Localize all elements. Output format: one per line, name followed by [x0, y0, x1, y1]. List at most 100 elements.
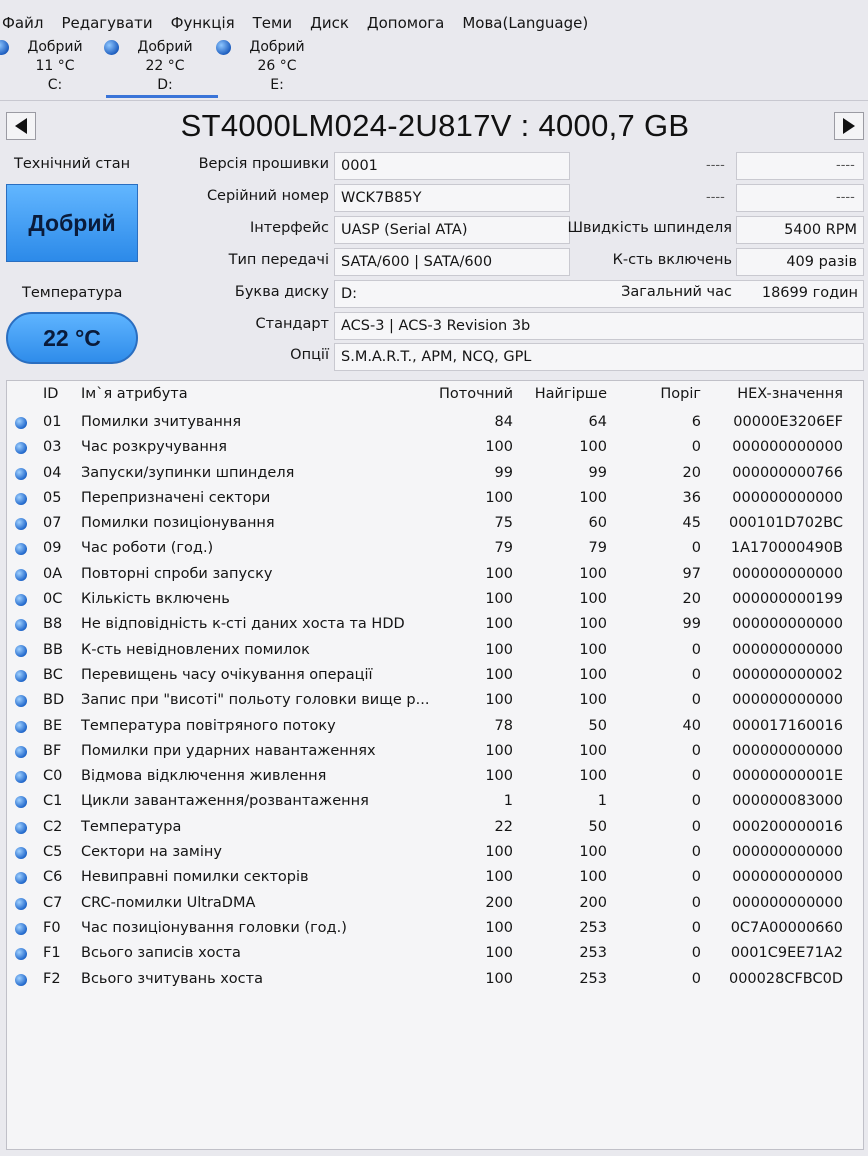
health-label: Технічний стан	[14, 156, 131, 172]
attribute-id: F1	[43, 945, 61, 962]
table-row[interactable]: BB К-сть невідновлених помилок 100 100 0 0000…	[7, 639, 863, 664]
status-dot-icon	[15, 922, 27, 935]
table-row[interactable]: 01 Помилки зчитування 84 64 6 00000E3206EF	[7, 411, 863, 436]
arrow-left-icon	[15, 118, 27, 134]
rpm-value: 5400 RPM	[736, 216, 864, 244]
empty-field-value: ----	[836, 158, 855, 173]
temperature-label: Температура	[22, 285, 123, 301]
worst-value: 100	[579, 616, 607, 633]
threshold-value: 0	[691, 894, 701, 911]
worst-value: 100	[579, 439, 607, 456]
threshold-value: 0	[691, 742, 701, 759]
disk-title: ST4000LM024-2U817V : 4000,7 GB	[180, 108, 690, 143]
table-row[interactable]: BE Температура повітряного потоку 78 50 40 00…	[7, 715, 863, 740]
table-row[interactable]: BC Перевищень часу очікування операції 100…	[7, 664, 863, 689]
current-value: 100	[485, 869, 513, 886]
table-row[interactable]: BD Запис при "висоті" польоту головки вищ…	[7, 689, 863, 714]
column-header-id[interactable]: ID	[43, 386, 58, 402]
health-status-badge[interactable]: Добрий	[6, 184, 138, 262]
column-header-hex[interactable]: HEX-значення	[737, 386, 843, 402]
attribute-id: 05	[43, 489, 62, 506]
current-value: 100	[485, 641, 513, 658]
hex-value: 00000000001E	[732, 768, 843, 785]
status-dot-icon	[15, 417, 27, 429]
hex-value: 000000000000	[732, 641, 843, 658]
worst-value: 200	[579, 894, 607, 911]
attribute-id: 01	[43, 414, 62, 430]
table-row[interactable]: F2 Всього зчитувань хоста 100 253 0 000028CFB…	[7, 968, 863, 993]
current-value: 100	[485, 970, 513, 987]
menu-themes[interactable]: Теми	[251, 14, 294, 32]
table-row[interactable]: C1 Цикли завантаження/розвантаження 1 1 0 000…	[7, 790, 863, 815]
table-row[interactable]: C7 CRC-помилки UltraDMA 200 200 0 00000000000…	[7, 892, 863, 917]
column-header-current[interactable]: Поточний	[439, 386, 513, 402]
attribute-id: C5	[43, 844, 63, 861]
previous-disk-button[interactable]	[6, 112, 36, 140]
hex-value: 000028CFBC0D	[728, 970, 843, 987]
table-row[interactable]: 0C Кількість включень 100 100 20 000000000199	[7, 588, 863, 613]
threshold-value: 0	[691, 945, 701, 962]
attribute-id: BD	[43, 692, 65, 709]
attribute-name: Сектори на заміну	[81, 844, 222, 861]
disk-tab-d[interactable]: Добрий 22 °C D:	[104, 38, 220, 95]
worst-value: 253	[579, 970, 607, 987]
threshold-value: 0	[691, 818, 701, 835]
next-disk-button[interactable]	[834, 112, 864, 140]
threshold-value: 0	[691, 970, 701, 987]
menu-help[interactable]: Допомога	[365, 14, 446, 32]
attribute-name: Час позиціонування головки (год.)	[81, 919, 347, 936]
worst-value: 50	[588, 818, 607, 835]
menu-disk[interactable]: Диск	[308, 14, 351, 32]
rpm-label: Швидкість шпинделя	[567, 220, 732, 236]
table-row[interactable]: 09 Час роботи (год.) 79 79 0 1A170000490B	[7, 537, 863, 562]
status-dot-icon	[15, 847, 27, 860]
table-row[interactable]: B8 Не відповідність к-сті даних хоста та …	[7, 613, 863, 638]
threshold-value: 0	[691, 641, 701, 658]
table-row[interactable]: 03 Час розкручування 100 100 0 000000000000	[7, 436, 863, 461]
column-header-threshold[interactable]: Поріг	[660, 386, 701, 402]
menu-language[interactable]: Мова(Language)	[460, 14, 590, 32]
table-row[interactable]: 04 Запуски/зупинки шпинделя 99 99 20 00000000…	[7, 462, 863, 487]
attribute-name: Всього зчитувань хоста	[81, 970, 263, 987]
threshold-value: 0	[691, 692, 701, 709]
attribute-name: Цикли завантаження/розвантаження	[81, 793, 369, 810]
hex-value: 000000000000	[732, 616, 843, 633]
table-row[interactable]: C5 Сектори на заміну 100 100 0 000000000000	[7, 841, 863, 866]
attribute-name: Запуски/зупинки шпинделя	[81, 464, 295, 481]
attribute-id: BE	[43, 717, 63, 734]
current-value: 100	[485, 692, 513, 709]
disk-tab-e[interactable]: Добрий 26 °C E:	[216, 38, 332, 95]
table-row[interactable]: F1 Всього записів хоста 100 253 0 0001C9EE71A…	[7, 942, 863, 967]
attribute-name: Час роботи (год.)	[81, 540, 214, 557]
attribute-id: C6	[43, 869, 63, 886]
attribute-id: C2	[43, 818, 63, 835]
hex-value: 000017160016	[732, 717, 843, 734]
hex-value: 000000000002	[732, 666, 843, 683]
disk-tab-c[interactable]: Добрий 11 °C C:	[0, 38, 110, 95]
worst-value: 100	[579, 666, 607, 683]
menu-file[interactable]: Файл	[0, 14, 45, 32]
attribute-name: Запис при "висоті" польоту головки вище …	[81, 692, 430, 709]
table-row[interactable]: 07 Помилки позиціонування 75 60 45 000101D702…	[7, 512, 863, 537]
status-dot-icon	[15, 467, 27, 480]
hex-value: 000000000000	[732, 692, 843, 709]
disk-temp: 22 °C	[145, 58, 185, 74]
table-row[interactable]: BF Помилки при ударних навантаженнях 100 10…	[7, 740, 863, 765]
table-row[interactable]: C0 Відмова відключення живлення 100 100 0 000…	[7, 765, 863, 790]
menu-edit[interactable]: Редагувати	[59, 14, 154, 32]
status-dot-icon	[15, 796, 27, 809]
column-header-worst[interactable]: Найгірше	[535, 386, 607, 402]
table-row[interactable]: 05 Перепризначені сектори 100 100 36 00000000…	[7, 487, 863, 512]
interface-label: Інтерфейс	[249, 220, 329, 236]
status-dot-icon	[15, 821, 27, 834]
threshold-value: 0	[691, 844, 701, 861]
table-row[interactable]: 0A Повторні спроби запуску 100 100 97 0000000…	[7, 563, 863, 588]
table-row[interactable]: F0 Час позиціонування головки (год.) 100 25…	[7, 917, 863, 942]
table-row[interactable]: C6 Невиправні помилки секторів 100 100 0 0000…	[7, 866, 863, 891]
menu-function[interactable]: Функція	[169, 14, 237, 32]
empty-field-label: ----	[706, 190, 725, 205]
table-header: ID Ім`я атрибута Поточний Найгірше Поріг…	[7, 381, 863, 409]
column-header-name[interactable]: Ім`я атрибута	[81, 386, 188, 402]
attribute-id: B8	[43, 616, 63, 633]
table-row[interactable]: C2 Температура 22 50 0 000200000016	[7, 816, 863, 841]
